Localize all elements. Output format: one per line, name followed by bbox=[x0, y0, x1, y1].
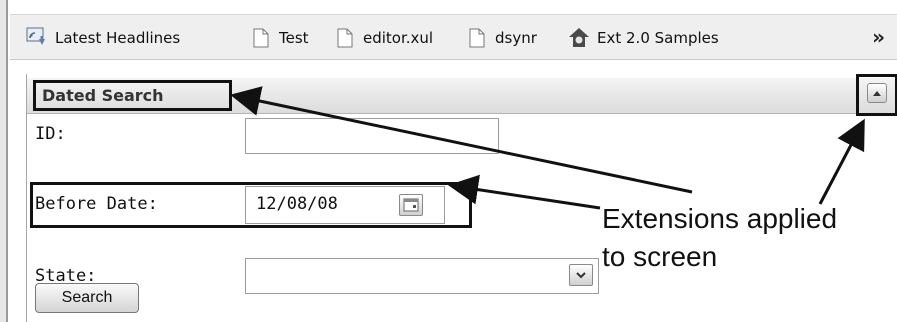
arrow-to-title bbox=[230, 86, 693, 194]
annotation-arrows bbox=[230, 86, 865, 210]
arrow-to-date-field bbox=[448, 174, 601, 210]
arrow-to-collapse-button bbox=[818, 118, 865, 205]
